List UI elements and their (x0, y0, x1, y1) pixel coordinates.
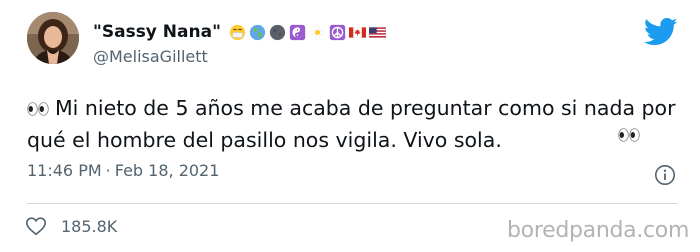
usa-flag-icon (368, 24, 386, 41)
tweet-timestamp[interactable]: 11:46 PM · Feb 18, 2021 (27, 161, 219, 180)
eyes-icon (618, 128, 640, 142)
avatar[interactable] (27, 12, 79, 64)
author-display-name[interactable]: "Sassy Nana" (93, 22, 221, 42)
peace-icon (329, 24, 346, 41)
new-moon-icon (269, 24, 286, 41)
canada-flag-icon (348, 24, 366, 41)
face-mask-icon (229, 24, 246, 41)
tweet-text-content: Mi nieto de 5 años me acaba de preguntar… (27, 96, 676, 152)
author-handle[interactable]: @MelisaGillett (93, 47, 208, 66)
like-count: 185.8K (61, 216, 118, 236)
tweet-date[interactable]: Feb 18, 2021 (115, 161, 220, 180)
eyes-icon (27, 102, 49, 116)
like-action[interactable]: 185.8K (25, 215, 117, 237)
name-emojis (229, 24, 386, 41)
watermark: boredpanda.com (507, 218, 690, 243)
globe-icon (249, 24, 266, 41)
tweet-text: Mi nieto de 5 años me acaba de preguntar… (27, 92, 677, 156)
tweet-time[interactable]: 11:46 PM (27, 161, 102, 180)
twitter-logo-icon[interactable] (644, 17, 678, 47)
info-icon[interactable] (654, 164, 676, 186)
author-name-row[interactable]: "Sassy Nana" (93, 22, 386, 42)
tweet-card: "Sassy Nana" @MelisaGillett Mi nieto de … (0, 0, 700, 252)
meta-separator: · (105, 161, 111, 180)
yin-yang-icon (289, 24, 306, 41)
daisy-icon (309, 24, 326, 41)
divider (27, 203, 678, 204)
heart-icon[interactable] (25, 215, 47, 237)
